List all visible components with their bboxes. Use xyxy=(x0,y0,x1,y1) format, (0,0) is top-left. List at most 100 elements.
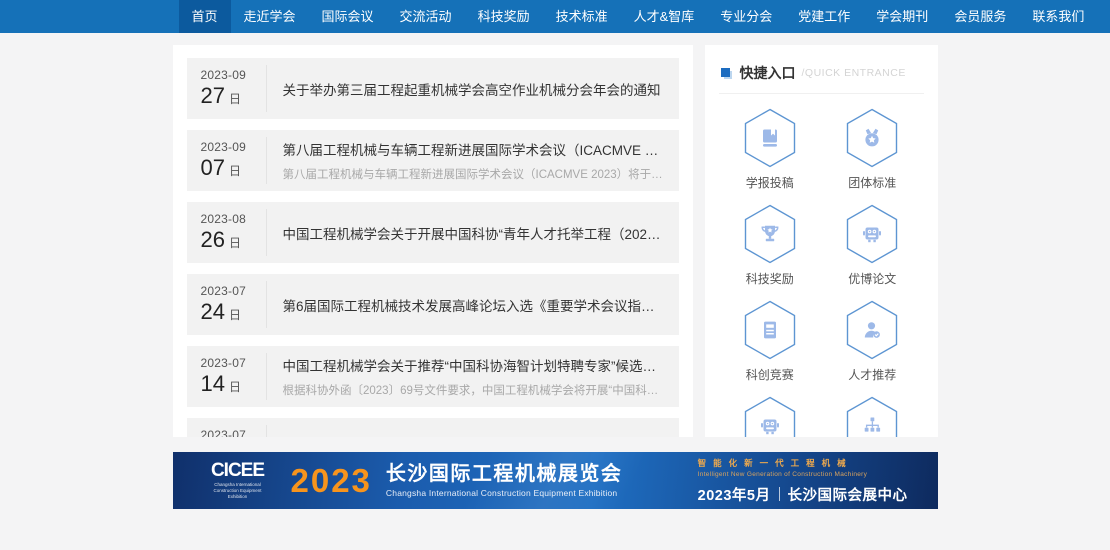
banner-date: 2023年5月 xyxy=(698,484,771,505)
date-day-suffix: 日 xyxy=(229,306,241,323)
date-day-suffix: 日 xyxy=(229,378,241,395)
hexagon-frame xyxy=(845,300,899,360)
nav-item-about-society[interactable]: 走近学会 xyxy=(231,0,309,33)
banner-slogan-en: Intelligent New Generation of Constructi… xyxy=(698,471,908,478)
news-excerpt: 第八届工程机械与车辆工程新进展国际学术会议（ICACMVE 2023）将于202… xyxy=(283,166,665,182)
date-year-month: 2023-08 xyxy=(201,212,258,226)
news-body: 中国工程机械学会关于推荐“中国科协海智计划特聘专家”候选人的通知 根据科协外函〔… xyxy=(283,355,665,398)
news-body: 第八届工程机械与车辆工程新进展国际学术会议（ICACMVE 2023）会议通知 … xyxy=(283,139,665,182)
news-title[interactable]: 关于举办第三届工程起重机械学会高空作业机械分会年会的通知 xyxy=(283,79,665,99)
nav-item-society-journals[interactable]: 学会期刊 xyxy=(863,0,941,33)
date-badge: 2023-07 24日 xyxy=(201,281,267,328)
nav-menu: 首页 走近学会 国际会议 交流活动 科技奖励 技术标准 人才&智库 专业分会 党… xyxy=(173,0,938,33)
quick-entrance-grid: 学报投稿 团体标准 xyxy=(719,94,924,437)
robot-icon xyxy=(860,222,884,246)
news-title[interactable]: 第八届工程机械与车辆工程新进展国际学术会议（ICACMVE 2023）会议通知 xyxy=(283,139,665,159)
date-badge: 2023-07 07日 xyxy=(201,425,267,437)
news-title[interactable]: 中国工程机械学会关于开展中国科协“青年人才托举工程（2023-2025年度）”候… xyxy=(283,223,665,243)
nav-item-exchange-activities[interactable]: 交流活动 xyxy=(387,0,465,33)
quick-entrance-panel: 快捷入口 /QUICK ENTRANCE 学报投稿 xyxy=(705,45,938,437)
date-day: 26 xyxy=(201,227,225,253)
news-body: 关于举办第三届工程起重机械学会高空作业机械分会年会的通知 xyxy=(283,79,665,99)
quick-link-innovation-competition[interactable]: 科创竞赛 xyxy=(719,294,822,390)
form-icon xyxy=(758,318,782,342)
quick-link-label: 学报投稿 xyxy=(746,174,794,191)
cicee-logo: CICEE Changsha International Constructio… xyxy=(207,461,269,500)
date-day: 07 xyxy=(201,155,225,181)
quick-link-scitech-awards[interactable]: 科技奖励 xyxy=(719,198,822,294)
top-navbar: 首页 走近学会 国际会议 交流活动 科技奖励 技术标准 人才&智库 专业分会 党… xyxy=(0,0,1110,33)
date-day-suffix: 日 xyxy=(229,234,241,251)
date-badge: 2023-09 27日 xyxy=(201,65,267,112)
news-item[interactable]: 2023-09 27日 关于举办第三届工程起重机械学会高空作业机械分会年会的通知 xyxy=(187,58,679,119)
date-year-month: 2023-07 xyxy=(201,284,258,298)
sitemap-icon xyxy=(860,414,884,437)
banner-venue: 长沙国际会展中心 xyxy=(788,484,908,505)
person-check-icon xyxy=(860,318,884,342)
news-body: 第6届国际工程机械技术发展高峰论坛入选《重要学术会议指南（2023）》 xyxy=(283,295,665,315)
quick-link-talent-recommendation[interactable]: 人才推荐 xyxy=(821,294,924,390)
hexagon-frame xyxy=(743,396,797,437)
date-day-suffix: 日 xyxy=(229,90,241,107)
nav-item-contact-us[interactable]: 联系我们 xyxy=(1019,0,1097,33)
hexagon-frame xyxy=(743,108,797,168)
date-year-month: 2023-07 xyxy=(201,356,258,370)
date-day: 27 xyxy=(201,83,225,109)
news-excerpt: 根据科协外函〔2023〕69号文件要求，中国工程机械学会将开展“中国科协海智特聘… xyxy=(283,382,665,398)
news-title[interactable]: 中国工程机械学会关于推荐“中国科协海智计划特聘专家”候选人的通知 xyxy=(283,355,665,375)
date-year-month: 2023-09 xyxy=(201,68,258,82)
news-item[interactable]: 2023-07 14日 中国工程机械学会关于推荐“中国科协海智计划特聘专家”候选… xyxy=(187,346,679,407)
date-year-month: 2023-07 xyxy=(201,428,258,437)
nav-item-party-building[interactable]: 党建工作 xyxy=(785,0,863,33)
news-item[interactable]: 2023-09 07日 第八届工程机械与车辆工程新进展国际学术会议（ICACMV… xyxy=(187,130,679,191)
date-badge: 2023-07 14日 xyxy=(201,353,267,400)
hexagon-frame xyxy=(845,396,899,437)
quick-link-group-standards[interactable]: 团体标准 xyxy=(821,102,924,198)
divider xyxy=(779,487,780,501)
hexagon-frame xyxy=(845,204,899,264)
square-bullet-icon xyxy=(721,68,732,79)
quick-link-professional-branches[interactable]: 专业分会 xyxy=(821,390,924,437)
nav-item-technical-standards[interactable]: 技术标准 xyxy=(543,0,621,33)
quick-link-label: 人才推荐 xyxy=(848,366,896,383)
quick-link-label: 团体标准 xyxy=(848,174,896,191)
news-item[interactable]: 2023-07 07日 中国工程机械学会关于团体标准《工程机械高原环境 通用技术… xyxy=(187,418,679,437)
hexagon-frame xyxy=(743,204,797,264)
nav-item-home[interactable]: 首页 xyxy=(179,0,231,33)
quick-entrance-header: 快捷入口 /QUICK ENTRANCE xyxy=(719,55,924,94)
nav-item-professional-branches[interactable]: 专业分会 xyxy=(707,0,785,33)
exhibition-banner[interactable]: CICEE Changsha International Constructio… xyxy=(173,452,938,509)
banner-right-block: 智能化新一代工程机械 Intelligent New Generation of… xyxy=(698,457,908,505)
book-icon xyxy=(758,126,782,150)
quick-entrance-subtitle: /QUICK ENTRANCE xyxy=(802,67,906,79)
quick-link-journal-submission[interactable]: 学报投稿 xyxy=(719,102,822,198)
quick-entrance-title: 快捷入口 xyxy=(740,63,796,83)
date-day-suffix: 日 xyxy=(229,162,241,179)
main-content: 2023-09 27日 关于举办第三届工程起重机械学会高空作业机械分会年会的通知… xyxy=(173,45,938,437)
date-badge: 2023-08 26日 xyxy=(201,209,267,256)
hexagon-frame xyxy=(845,108,899,168)
news-item[interactable]: 2023-07 24日 第6届国际工程机械技术发展高峰论坛入选《重要学术会议指南… xyxy=(187,274,679,335)
banner-title-block: 长沙国际工程机械展览会 Changsha International Const… xyxy=(386,463,623,498)
nav-item-membership-services[interactable]: 会员服务 xyxy=(941,0,1019,33)
news-title[interactable]: 第6届国际工程机械技术发展高峰论坛入选《重要学术会议指南（2023）》 xyxy=(283,295,665,315)
news-list: 2023-09 27日 关于举办第三届工程起重机械学会高空作业机械分会年会的通知… xyxy=(173,45,693,437)
date-day: 14 xyxy=(201,371,225,397)
quick-link-excellent-thesis[interactable]: 优博论文 xyxy=(821,198,924,294)
hexagon-frame xyxy=(743,300,797,360)
quick-link-label: 优博论文 xyxy=(848,270,896,287)
robot-icon xyxy=(758,414,782,437)
nav-item-talent-thinktank[interactable]: 人才&智库 xyxy=(621,0,708,33)
date-year-month: 2023-09 xyxy=(201,140,258,154)
medal-icon xyxy=(860,126,884,150)
nav-item-scitech-awards[interactable]: 科技奖励 xyxy=(465,0,543,33)
news-item[interactable]: 2023-08 26日 中国工程机械学会关于开展中国科协“青年人才托举工程（20… xyxy=(187,202,679,263)
date-badge: 2023-09 07日 xyxy=(201,137,267,184)
trophy-icon xyxy=(758,222,782,246)
quick-link-label: 科技奖励 xyxy=(746,270,794,287)
date-day: 24 xyxy=(201,299,225,325)
cicee-logo-subtext: Changsha International Construction Equi… xyxy=(207,482,269,500)
quick-link-international-conference[interactable]: 国际会议 xyxy=(719,390,822,437)
nav-item-international-conference[interactable]: 国际会议 xyxy=(309,0,387,33)
banner-title-cn: 长沙国际工程机械展览会 xyxy=(386,463,623,485)
